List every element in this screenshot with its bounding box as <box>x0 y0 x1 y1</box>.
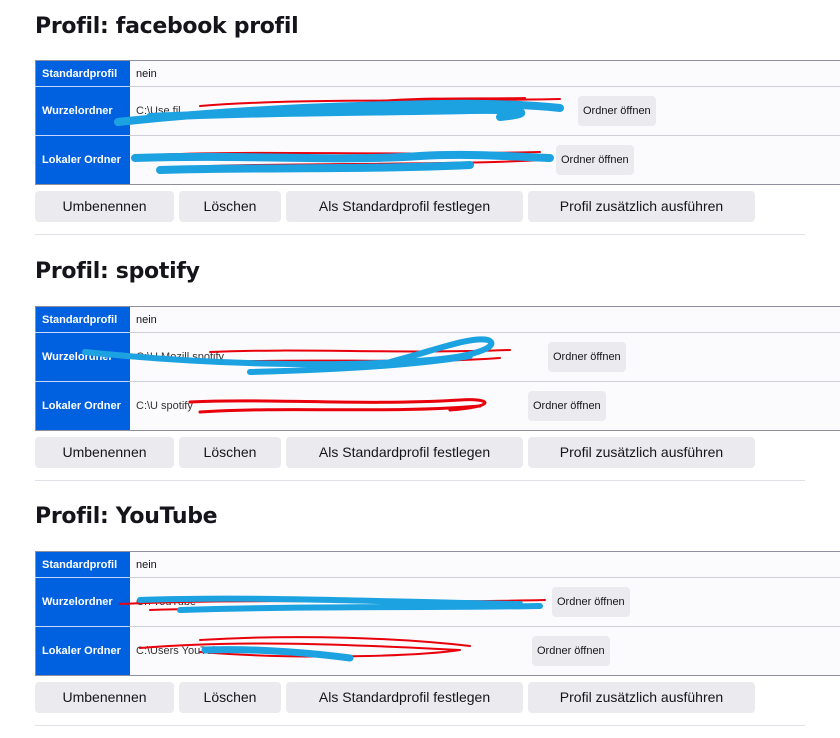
table-row: Wurzelordner C:\ YouTube Ordner öffnen <box>35 577 840 627</box>
profile-title: Profil: YouTube <box>35 504 218 529</box>
section-divider <box>35 725 805 726</box>
table-row: Lokaler Ordner C:\U spotify Ordner öffnen <box>35 381 840 431</box>
profile-facebook: Profil: facebook profil Standardprofil n… <box>35 13 840 235</box>
table-row: Lokaler Ordner C:\Users YouTube Ordner öf… <box>35 626 840 676</box>
root-folder-label: Wurzelordner <box>35 86 130 136</box>
table-row: Wurzelordner C:\Use fil Ordner öffnen <box>35 86 840 136</box>
standard-profile-label: Standardprofil <box>35 60 130 87</box>
local-folder-path: C:\U spotify <box>136 400 193 412</box>
rename-button[interactable]: Umbenennen <box>35 682 174 713</box>
local-folder-cell: C:\U spotify Ordner öffnen <box>130 381 840 431</box>
profile-properties-table: Standardprofil nein Wurzelordner C:\U Mo… <box>35 306 840 431</box>
standard-profile-label: Standardprofil <box>35 551 130 578</box>
profile-youtube: Profil: YouTube Standardprofil nein Wurz… <box>35 503 840 726</box>
section-divider <box>35 480 805 481</box>
local-folder-label: Lokaler Ordner <box>35 135 130 185</box>
profile-title: Profil: facebook profil <box>35 14 299 39</box>
run-profile-additionally-button[interactable]: Profil zusätzlich ausführen <box>528 437 755 468</box>
profile-title: Profil: spotify <box>35 259 200 284</box>
root-folder-path: C:\ YouTube <box>136 596 197 608</box>
root-folder-label: Wurzelordner <box>35 332 130 382</box>
open-root-folder-button[interactable]: Ordner öffnen <box>552 587 630 617</box>
profile-properties-table: Standardprofil nein Wurzelordner C:\ You… <box>35 551 840 676</box>
local-folder-cell: C:\Users YouTube Ordner öffnen <box>130 626 840 676</box>
local-folder-label: Lokaler Ordner <box>35 381 130 431</box>
profile-actions: Umbenennen Löschen Als Standardprofil fest… <box>35 437 840 469</box>
local-folder-cell: Ordner öffnen <box>130 135 840 185</box>
rename-button[interactable]: Umbenennen <box>35 437 174 468</box>
root-folder-cell: C:\U Mozill spotify Ordner öffnen <box>130 332 840 382</box>
set-default-profile-button[interactable]: Als Standardprofil festlegen <box>286 191 523 222</box>
local-folder-label: Lokaler Ordner <box>35 626 130 676</box>
standard-profile-value: nein <box>136 313 157 326</box>
root-folder-path: C:\Use fil <box>136 105 181 117</box>
root-folder-label: Wurzelordner <box>35 577 130 627</box>
profile-actions: Umbenennen Löschen Als Standardprofil fest… <box>35 191 840 223</box>
delete-button[interactable]: Löschen <box>179 682 281 713</box>
root-folder-cell: C:\Use fil Ordner öffnen <box>130 86 840 136</box>
standard-profile-value: nein <box>136 558 157 571</box>
standard-profile-value: nein <box>136 67 157 80</box>
table-row: Standardprofil nein <box>35 551 840 578</box>
open-local-folder-button[interactable]: Ordner öffnen <box>556 145 634 175</box>
standard-profile-label: Standardprofil <box>35 306 130 333</box>
table-row: Standardprofil nein <box>35 306 840 333</box>
section-divider <box>35 234 805 235</box>
set-default-profile-button[interactable]: Als Standardprofil festlegen <box>286 682 523 713</box>
table-row: Standardprofil nein <box>35 60 840 87</box>
run-profile-additionally-button[interactable]: Profil zusätzlich ausführen <box>528 191 755 222</box>
profile-spotify: Profil: spotify Standardprofil nein Wurz… <box>35 258 840 481</box>
open-local-folder-button[interactable]: Ordner öffnen <box>532 636 610 666</box>
root-folder-cell: C:\ YouTube Ordner öffnen <box>130 577 840 627</box>
open-root-folder-button[interactable]: Ordner öffnen <box>578 96 656 126</box>
delete-button[interactable]: Löschen <box>179 437 281 468</box>
delete-button[interactable]: Löschen <box>179 191 281 222</box>
open-root-folder-button[interactable]: Ordner öffnen <box>548 342 626 372</box>
profile-properties-table: Standardprofil nein Wurzelordner C:\Use … <box>35 60 840 185</box>
open-local-folder-button[interactable]: Ordner öffnen <box>528 391 606 421</box>
table-row: Wurzelordner C:\U Mozill spotify Ordner ö… <box>35 332 840 382</box>
root-folder-path: C:\U Mozill spotify <box>136 351 225 363</box>
profile-actions: Umbenennen Löschen Als Standardprofil fest… <box>35 682 840 714</box>
run-profile-additionally-button[interactable]: Profil zusätzlich ausführen <box>528 682 755 713</box>
rename-button[interactable]: Umbenennen <box>35 191 174 222</box>
table-row: Lokaler Ordner Ordner öffnen <box>35 135 840 185</box>
local-folder-path: C:\Users YouTube <box>136 645 225 657</box>
set-default-profile-button[interactable]: Als Standardprofil festlegen <box>286 437 523 468</box>
